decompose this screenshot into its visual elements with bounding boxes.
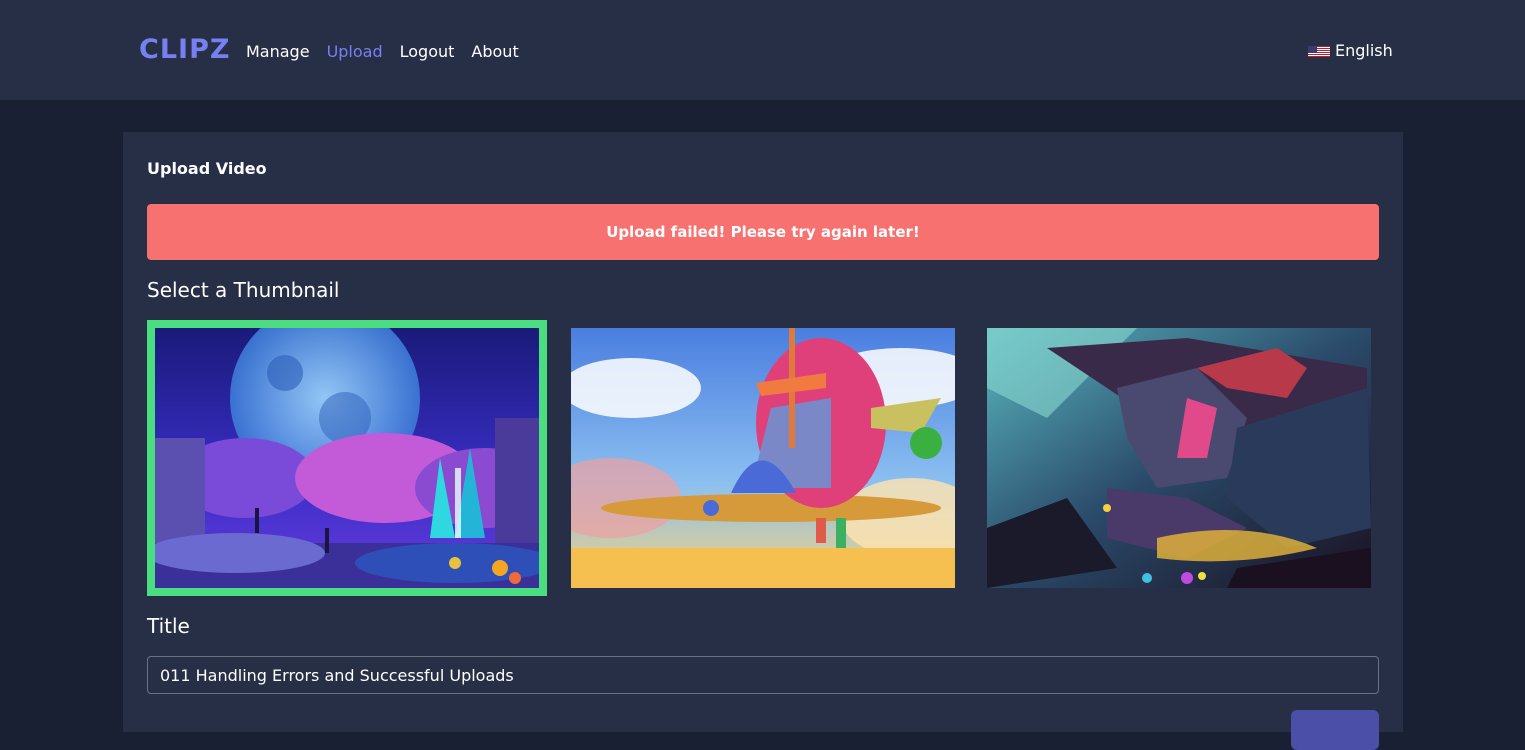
title-label: Title: [147, 614, 190, 638]
submit-button[interactable]: [1291, 710, 1379, 750]
us-flag-icon: [1308, 44, 1330, 57]
flying-airship-thumbnail[interactable]: [571, 328, 955, 588]
language-label: English: [1335, 41, 1393, 60]
language-selector[interactable]: English: [1308, 41, 1393, 60]
top-navbar: CLIPZ Manage Upload Logout About English: [0, 0, 1525, 100]
brand-logo[interactable]: CLIPZ: [139, 34, 230, 65]
dragon-thumbnail[interactable]: [987, 328, 1371, 588]
error-alert: Upload failed! Please try again later!: [147, 204, 1379, 260]
upload-card: Upload Video Upload failed! Please try a…: [123, 132, 1403, 750]
fantasy-moon-landscape-thumbnail[interactable]: [147, 320, 547, 596]
main-nav: Manage Upload Logout About: [246, 42, 519, 61]
nav-upload[interactable]: Upload: [327, 42, 383, 61]
nav-logout[interactable]: Logout: [400, 42, 455, 61]
title-input[interactable]: [147, 656, 1379, 694]
nav-manage[interactable]: Manage: [246, 42, 310, 61]
thumbnail-section-label: Select a Thumbnail: [147, 278, 340, 302]
nav-about[interactable]: About: [471, 42, 518, 61]
card-title: Upload Video: [147, 159, 267, 178]
